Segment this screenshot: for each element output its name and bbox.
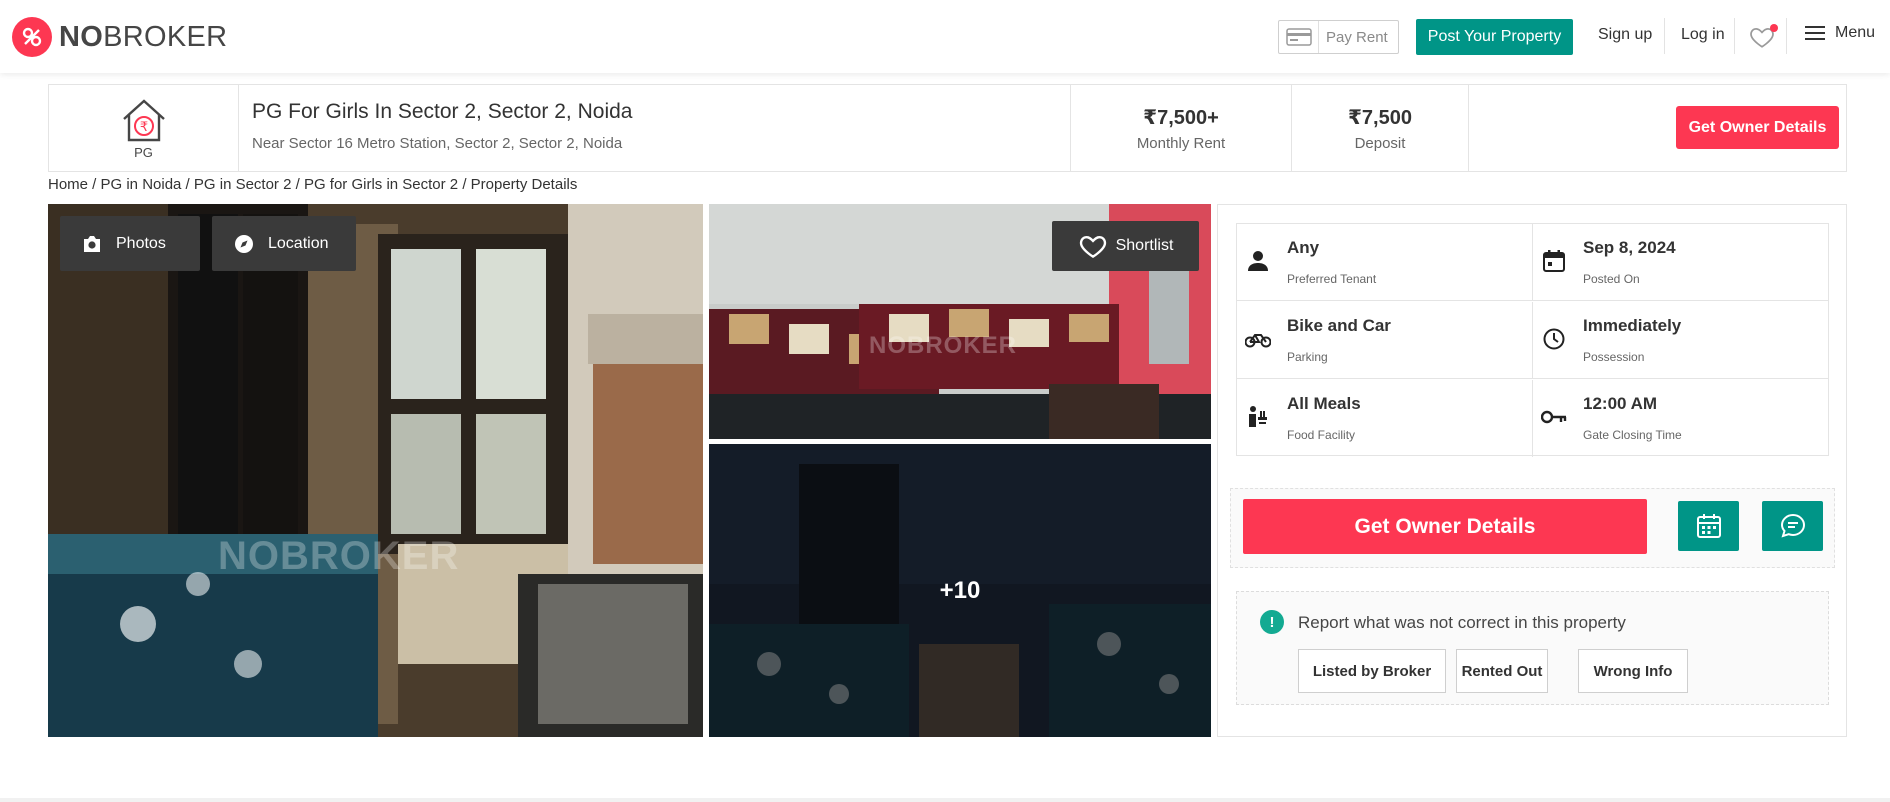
shortlist-button[interactable]: Shortlist [1052,221,1199,271]
menu-button[interactable]: Menu [1805,24,1875,42]
side-photo-bottom[interactable]: +10 [709,444,1211,737]
info-value: Bike and Car [1287,316,1391,335]
info-value: Sep 8, 2024 [1583,238,1676,257]
shortlist-label: Shortlist [1115,237,1174,254]
info-possession: Immediately Possession [1533,302,1829,379]
location-label: Location [268,234,329,252]
logo-icon [12,17,52,57]
photos-button[interactable]: Photos [60,216,200,271]
report-text: Report what was not correct in this prop… [1298,613,1626,632]
info-label: Posted On [1583,272,1640,286]
info-label: Food Facility [1287,428,1356,442]
get-owner-details-large-button[interactable]: Get Owner Details [1243,499,1647,554]
property-title: PG For Girls In Sector 2, Sector 2, Noid… [252,100,633,123]
nav-divider [1786,18,1787,54]
schedule-visit-button[interactable] [1678,501,1739,551]
report-box: ! Report what was not correct in this pr… [1236,591,1829,705]
house-rupee-icon: ₹ [122,98,165,141]
notification-dot [1770,24,1778,32]
main-photo[interactable]: NOBROKER Photos Location [48,204,703,737]
top-navbar: NOBROKER Pay Rent Post Your Property Sig… [0,0,1890,73]
info-label: Preferred Tenant [1287,272,1377,286]
deposit-block: ₹7,500 Deposit [1291,85,1468,171]
rent-label: Monthly Rent [1136,134,1226,152]
footer-divider [0,798,1890,802]
info-food-facility: All Meals Food Facility [1237,380,1533,457]
report-wrong-info-button[interactable]: Wrong Info [1578,649,1688,693]
report-rented-out-button[interactable]: Rented Out [1456,649,1548,693]
info-grid: Any Preferred Tenant Sep 8, 2024 Posted … [1236,223,1829,457]
camera-icon [84,235,100,252]
key-icon [1541,404,1567,430]
nav-divider [1734,18,1735,54]
pay-rent-label: Pay Rent [1326,28,1388,46]
info-parking: Bike and Car Parking [1237,302,1533,379]
sign-up-link[interactable]: Sign up [1598,26,1652,44]
heart-icon [1079,235,1106,259]
menu-label: Menu [1835,24,1876,41]
cell-divider [1468,85,1469,171]
nav-divider [1664,18,1665,54]
log-in-link[interactable]: Log in [1681,26,1725,44]
rent-block: ₹7,500+ Monthly Rent [1070,85,1291,171]
deposit-label: Deposit [1354,134,1406,152]
property-address: Near Sector 16 Metro Station, Sector 2, … [252,135,623,152]
post-property-button[interactable]: Post Your Property [1416,19,1573,55]
photo-gallery: NOBROKER Photos Location NOBROKER +10 Sh… [48,204,1211,737]
bike-icon [1245,326,1271,352]
info-value: 12:00 AM [1583,394,1658,413]
compass-icon [235,234,253,253]
report-listed-by-broker-button[interactable]: Listed by Broker [1298,649,1446,693]
nobroker-logo[interactable]: NOBROKER [12,17,227,57]
get-owner-details-button[interactable]: Get Owner Details [1676,106,1839,149]
deposit-value: ₹7,500 [1348,106,1412,129]
clock-icon [1541,326,1567,352]
svg-text:₹: ₹ [139,120,147,135]
property-header: ₹ PG PG For Girls In Sector 2, Sector 2,… [48,84,1847,172]
photos-label: Photos [116,234,166,252]
location-button[interactable]: Location [212,216,356,271]
calendar-icon [1541,248,1567,274]
info-value: Immediately [1583,316,1682,335]
chat-button[interactable] [1762,501,1823,551]
info-preferred-tenant: Any Preferred Tenant [1237,224,1533,301]
watermark: NOBROKER [218,534,460,578]
breadcrumb[interactable]: Home / PG in Noida / PG in Sector 2 / PG… [48,176,577,193]
details-panel: Any Preferred Tenant Sep 8, 2024 Posted … [1217,204,1847,737]
property-type-label: PG [134,144,153,160]
pay-rent-button[interactable]: Pay Rent [1278,20,1399,54]
chat-icon [1780,513,1805,538]
info-value: Any [1287,238,1320,257]
info-posted-on: Sep 8, 2024 Posted On [1533,224,1829,301]
logo-text: NOBROKER [59,20,228,53]
watermark: NOBROKER [869,332,1018,359]
info-value: All Meals [1287,394,1361,413]
exclamation-icon: ! [1260,610,1284,634]
info-label: Possession [1583,350,1645,364]
calendar-icon [1696,514,1721,538]
info-gate-closing: 12:00 AM Gate Closing Time [1533,380,1829,457]
title-block: PG For Girls In Sector 2, Sector 2, Noid… [252,100,632,152]
hamburger-icon [1805,26,1825,40]
food-icon [1245,404,1271,430]
property-type: ₹ PG [49,85,239,171]
credit-card-icon [1279,21,1319,53]
info-label: Gate Closing Time [1583,428,1682,442]
more-photos-count[interactable]: +10 [709,444,1211,737]
info-label: Parking [1287,350,1328,364]
person-icon [1245,248,1271,274]
cta-box: Get Owner Details [1230,488,1835,568]
rent-value: ₹7,500+ [1143,106,1219,129]
